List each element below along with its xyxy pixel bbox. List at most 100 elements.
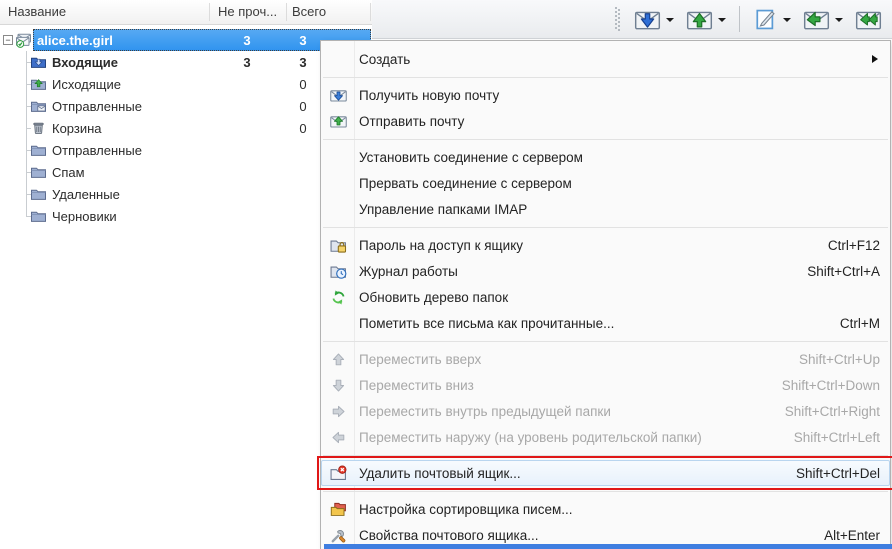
- folder-row-deleted[interactable]: Удаленные: [0, 183, 372, 205]
- menu-item-label: Пароль на доступ к ящику: [355, 238, 828, 253]
- menu-item-list: Создать Получить новую почту Отправить п…: [321, 46, 890, 548]
- menu-item-label: Журнал работы: [355, 264, 807, 279]
- envelope-up-icon: [321, 113, 355, 130]
- menu-item-shortcut: Shift+Ctrl+Right: [785, 404, 890, 419]
- menu-item-create[interactable]: Создать: [321, 46, 890, 72]
- folder-row-sent-imap[interactable]: Отправленные 0: [0, 95, 372, 117]
- column-divider[interactable]: [370, 3, 371, 21]
- folder-row-drafts[interactable]: Черновики: [0, 205, 372, 227]
- folder-row-spam[interactable]: Спам: [0, 161, 372, 183]
- dropdown-arrow-new-message[interactable]: [783, 18, 791, 26]
- folder-row-inbox[interactable]: Входящие 3 3: [0, 51, 372, 73]
- unread-count: 3: [209, 33, 285, 48]
- folder-name: Черновики: [52, 209, 117, 224]
- menu-item-disconnect-server[interactable]: Прервать соединение с сервером: [321, 170, 890, 196]
- mail-toolbar: [372, 0, 892, 39]
- dropdown-arrow-send-mail[interactable]: [718, 18, 726, 26]
- folder-delete-icon: [321, 465, 355, 482]
- move-right-icon: [321, 403, 355, 420]
- move-down-icon: [321, 377, 355, 394]
- menu-item-label: Пометить все письма как прочитанные...: [355, 316, 840, 331]
- tree-expander[interactable]: −: [3, 35, 13, 45]
- folder-icon: [30, 142, 47, 158]
- new-message-icon: [751, 9, 778, 30]
- tree-connector-stub: [26, 216, 31, 217]
- outbox-folder-icon: [30, 76, 47, 92]
- folder-panel: Название Не проч... Всего − alice.the.gi…: [0, 0, 372, 549]
- menu-item-label: Создать: [355, 52, 862, 67]
- menu-item-label: Управление папками IMAP: [355, 202, 880, 217]
- folder-tree: − alice.the.girl 3 3 Входящие 3 3 Исходя…: [0, 25, 372, 227]
- mailbox-check-icon: [15, 32, 32, 48]
- menu-separator: [323, 77, 888, 78]
- trash-icon: [30, 120, 47, 136]
- menu-item-label: Получить новую почту: [355, 88, 880, 103]
- dropdown-arrow-reply[interactable]: [835, 18, 843, 26]
- menu-item-label: Переместить наружу (на уровень родительс…: [355, 430, 794, 445]
- menu-item-label: Свойства почтового ящика...: [355, 528, 824, 543]
- folder-row-outbox[interactable]: Исходящие 0: [0, 73, 372, 95]
- dropdown-arrow-get-mail[interactable]: [666, 18, 674, 26]
- column-header-unread[interactable]: Не проч...: [218, 4, 277, 19]
- toolbar-button-get-mail[interactable]: [630, 4, 664, 34]
- toolbar-button-reply[interactable]: [799, 4, 833, 34]
- unread-count: 3: [209, 55, 285, 70]
- menu-item-mark-all-read[interactable]: Пометить все письма как прочитанные... C…: [321, 310, 890, 336]
- menu-item-label: Удалить почтовый ящик...: [355, 466, 796, 481]
- menu-item-label: Переместить вверх: [355, 352, 799, 367]
- reply-icon: [803, 9, 830, 30]
- menu-item-delete-mailbox[interactable]: Удалить почтовый ящик... Shift+Ctrl+Del: [321, 460, 890, 486]
- menu-item-label: Прервать соединение с сервером: [355, 176, 880, 191]
- tools-icon: [321, 527, 355, 544]
- get-mail-icon: [634, 9, 661, 30]
- toolbar-button-send-mail[interactable]: [682, 4, 716, 34]
- menu-item-shortcut: Shift+Ctrl+Up: [799, 352, 890, 367]
- menu-item-manage-imap-folders[interactable]: Управление папками IMAP: [321, 196, 890, 222]
- folder-name: Корзина: [52, 121, 102, 136]
- menu-separator: [323, 455, 888, 456]
- menu-item-get-new-mail[interactable]: Получить новую почту: [321, 82, 890, 108]
- menu-item-move-down[interactable]: Переместить вниз Shift+Ctrl+Down: [321, 372, 890, 398]
- tree-connector-stub: [26, 62, 31, 63]
- menu-item-mailbox-password[interactable]: Пароль на доступ к ящику Ctrl+F12: [321, 232, 890, 258]
- menu-item-label: Настройка сортировщика писем...: [355, 502, 880, 517]
- send-mail-icon: [686, 9, 713, 30]
- menu-separator: [323, 341, 888, 342]
- column-divider[interactable]: [286, 3, 287, 21]
- menu-item-shortcut: Alt+Enter: [824, 528, 890, 543]
- move-left-icon: [321, 429, 355, 446]
- tree-connector-stub: [26, 106, 31, 107]
- menu-item-send-queued-mail[interactable]: Отправить почту: [321, 108, 890, 134]
- menu-item-shortcut: Shift+Ctrl+A: [807, 264, 890, 279]
- folder-icon: [30, 164, 47, 180]
- menu-item-shortcut: Ctrl+F12: [828, 238, 890, 253]
- folder-icon: [30, 208, 47, 224]
- column-divider[interactable]: [209, 3, 210, 21]
- menu-item-move-into-previous[interactable]: Переместить внутрь предыдущей папки Shif…: [321, 398, 890, 424]
- folder-name: Отправленные: [52, 99, 142, 114]
- menu-item-label: Переместить внутрь предыдущей папки: [355, 404, 785, 419]
- folder-name: Спам: [52, 165, 85, 180]
- menu-item-refresh-folder-tree[interactable]: Обновить дерево папок: [321, 284, 890, 310]
- menu-item-mail-sorter-settings[interactable]: Настройка сортировщика писем...: [321, 496, 890, 522]
- toolbar-button-reply-all[interactable]: [851, 4, 885, 34]
- toolbar-grip[interactable]: [615, 6, 620, 32]
- menu-item-connect-server[interactable]: Установить соединение с сервером: [321, 144, 890, 170]
- background-selection-strip: [324, 544, 892, 549]
- tree-connector-stub: [26, 128, 31, 129]
- column-header-total[interactable]: Всего: [292, 4, 326, 19]
- column-header-name[interactable]: Название: [8, 4, 66, 19]
- menu-item-move-out[interactable]: Переместить наружу (на уровень родительс…: [321, 424, 890, 450]
- mail-sorter-icon: [321, 501, 355, 518]
- menu-item-work-log[interactable]: Журнал работы Shift+Ctrl+A: [321, 258, 890, 284]
- reply-all-icon: [855, 9, 882, 30]
- folder-lock-icon: [321, 237, 355, 254]
- menu-separator: [323, 491, 888, 492]
- menu-item-move-up[interactable]: Переместить вверх Shift+Ctrl+Up: [321, 346, 890, 372]
- folder-row-sent-local[interactable]: Отправленные: [0, 139, 372, 161]
- folder-row-trash[interactable]: Корзина 0: [0, 117, 372, 139]
- toolbar-button-new-message[interactable]: [747, 4, 781, 34]
- mailbox-context-menu: Создать Получить новую почту Отправить п…: [320, 40, 891, 549]
- submenu-arrow-icon: [872, 55, 882, 63]
- folder-row-alice-the-girl[interactable]: − alice.the.girl 3 3: [0, 29, 372, 51]
